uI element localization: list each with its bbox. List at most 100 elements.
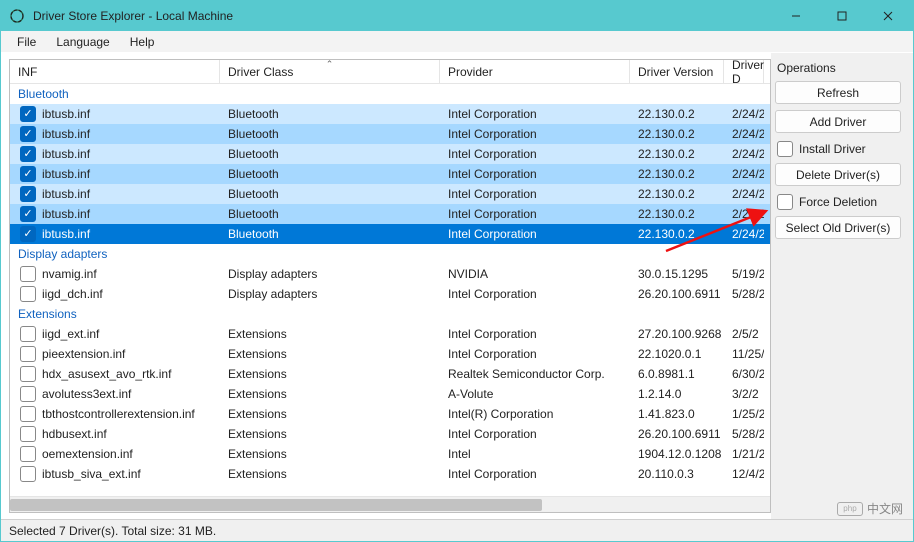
table-row[interactable]: ibtusb.infBluetoothIntel Corporation22.1… (10, 144, 770, 164)
cell-version: 26.20.100.6911 (630, 427, 724, 441)
row-checkbox[interactable] (20, 166, 36, 182)
group-header[interactable]: Bluetooth (10, 84, 770, 104)
cell-class: Extensions (220, 467, 440, 481)
row-checkbox[interactable] (20, 466, 36, 482)
close-button[interactable] (865, 1, 911, 31)
row-checkbox[interactable] (20, 146, 36, 162)
column-date[interactable]: Driver D (724, 60, 764, 83)
horizontal-scrollbar[interactable] (10, 496, 770, 512)
cell-provider: Intel Corporation (440, 467, 630, 481)
row-checkbox[interactable] (20, 406, 36, 422)
install-driver-checkbox[interactable]: Install Driver (777, 141, 905, 157)
driver-grid: INF Driver Class⌃ Provider Driver Versio… (9, 59, 771, 513)
minimize-button[interactable] (773, 1, 819, 31)
table-row[interactable]: ibtusb.infBluetoothIntel Corporation22.1… (10, 124, 770, 144)
group-header[interactable]: Extensions (10, 304, 770, 324)
table-row[interactable]: pieextension.infExtensionsIntel Corporat… (10, 344, 770, 364)
checkbox-icon[interactable] (777, 141, 793, 157)
cell-date: 2/24/2 (724, 167, 764, 181)
cell-provider: Intel Corporation (440, 187, 630, 201)
cell-class: Bluetooth (220, 227, 440, 241)
column-class[interactable]: Driver Class⌃ (220, 60, 440, 83)
grid-body[interactable]: Bluetoothibtusb.infBluetoothIntel Corpor… (10, 84, 770, 496)
cell-provider: Intel Corporation (440, 427, 630, 441)
table-row[interactable]: iigd_dch.infDisplay adaptersIntel Corpor… (10, 284, 770, 304)
cell-class: Display adapters (220, 287, 440, 301)
force-deletion-checkbox[interactable]: Force Deletion (777, 194, 905, 210)
row-checkbox[interactable] (20, 426, 36, 442)
table-row[interactable]: avolutess3ext.infExtensionsA-Volute1.2.1… (10, 384, 770, 404)
table-row[interactable]: ibtusb.infBluetoothIntel Corporation22.1… (10, 164, 770, 184)
maximize-button[interactable] (819, 1, 865, 31)
table-row[interactable]: nvamig.infDisplay adaptersNVIDIA30.0.15.… (10, 264, 770, 284)
cell-inf: iigd_ext.inf (42, 327, 99, 341)
titlebar[interactable]: Driver Store Explorer - Local Machine (1, 1, 913, 31)
table-row[interactable]: hdbusext.inf ExtensionsIntel Corporation2… (10, 424, 770, 444)
row-checkbox[interactable] (20, 266, 36, 282)
cell-date: 2/24/2 (724, 107, 764, 121)
operations-panel: Operations Refresh Add Driver Install Dr… (771, 53, 913, 519)
column-provider[interactable]: Provider (440, 60, 630, 83)
column-inf[interactable]: INF (10, 60, 220, 83)
table-row[interactable]: tbthostcontrollerextension.inf Extensions… (10, 404, 770, 424)
cell-inf: tbthostcontrollerextension.inf (42, 407, 195, 421)
table-row[interactable]: ibtusb.infBluetoothIntel Corporation22.1… (10, 104, 770, 124)
table-row[interactable]: ibtusb.infBluetoothIntel Corporation22.1… (10, 204, 770, 224)
refresh-button[interactable]: Refresh (775, 81, 901, 104)
status-bar: Selected 7 Driver(s). Total size: 31 MB. (1, 519, 913, 541)
cell-class: Extensions (220, 407, 440, 421)
cell-provider: Intel Corporation (440, 287, 630, 301)
cell-date: 2/24/2 (724, 207, 764, 221)
cell-version: 22.130.0.2 (630, 147, 724, 161)
cell-provider: Intel Corporation (440, 107, 630, 121)
cell-version: 22.130.0.2 (630, 127, 724, 141)
menu-file[interactable]: File (7, 33, 46, 51)
table-row[interactable]: ibtusb_siva_ext.infExtensionsIntel Corpo… (10, 464, 770, 484)
cell-version: 22.130.0.2 (630, 207, 724, 221)
row-checkbox[interactable] (20, 326, 36, 342)
row-checkbox[interactable] (20, 126, 36, 142)
menu-language[interactable]: Language (46, 33, 119, 51)
table-row[interactable]: oemextension.infExtensionsIntel1904.12.0… (10, 444, 770, 464)
cell-version: 1.2.14.0 (630, 387, 724, 401)
table-row[interactable]: ibtusb.infBluetoothIntel Corporation22.1… (10, 184, 770, 204)
cell-date: 2/24/2 (724, 127, 764, 141)
row-checkbox[interactable] (20, 106, 36, 122)
row-checkbox[interactable] (20, 286, 36, 302)
row-checkbox[interactable] (20, 346, 36, 362)
table-row[interactable]: hdx_asusext_avo_rtk.infExtensionsRealtek… (10, 364, 770, 384)
cell-date: 2/5/2 (724, 327, 764, 341)
cell-class: Extensions (220, 427, 440, 441)
group-header[interactable]: Display adapters (10, 244, 770, 264)
cell-provider: Intel Corporation (440, 227, 630, 241)
table-row[interactable]: iigd_ext.infExtensionsIntel Corporation2… (10, 324, 770, 344)
install-driver-label: Install Driver (799, 142, 866, 156)
scroll-thumb[interactable] (10, 499, 542, 511)
menu-help[interactable]: Help (120, 33, 165, 51)
grid-header: INF Driver Class⌃ Provider Driver Versio… (10, 60, 770, 84)
cell-class: Extensions (220, 367, 440, 381)
cell-class: Bluetooth (220, 187, 440, 201)
select-old-drivers-button[interactable]: Select Old Driver(s) (775, 216, 901, 239)
cell-date: 5/19/2 (724, 267, 764, 281)
row-checkbox[interactable] (20, 226, 36, 242)
row-checkbox[interactable] (20, 446, 36, 462)
cell-provider: Intel Corporation (440, 347, 630, 361)
cell-date: 6/30/2 (724, 367, 764, 381)
cell-version: 1.41.823.0 (630, 407, 724, 421)
cell-provider: Realtek Semiconductor Corp. (440, 367, 630, 381)
cell-date: 1/21/2 (724, 447, 764, 461)
column-version[interactable]: Driver Version (630, 60, 724, 83)
cell-class: Bluetooth (220, 127, 440, 141)
add-driver-button[interactable]: Add Driver (775, 110, 901, 133)
row-checkbox[interactable] (20, 186, 36, 202)
row-checkbox[interactable] (20, 206, 36, 222)
delete-drivers-button[interactable]: Delete Driver(s) (775, 163, 901, 186)
cell-inf: hdbusext.inf (42, 427, 107, 441)
cell-date: 5/28/2 (724, 427, 764, 441)
row-checkbox[interactable] (20, 386, 36, 402)
checkbox-icon[interactable] (777, 194, 793, 210)
cell-date: 1/25/2 (724, 407, 764, 421)
table-row[interactable]: ibtusb.infBluetoothIntel Corporation22.1… (10, 224, 770, 244)
row-checkbox[interactable] (20, 366, 36, 382)
